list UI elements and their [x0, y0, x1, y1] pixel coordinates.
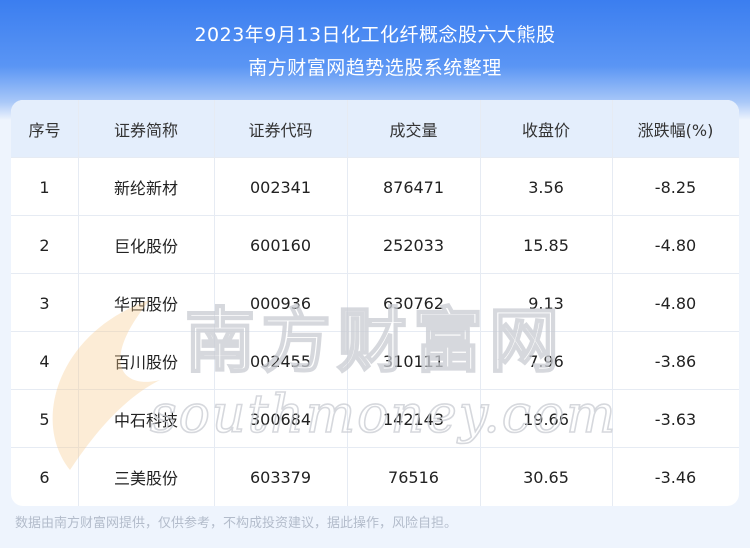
column-divider [480, 100, 481, 506]
cell-name: 新纶新材 [113, 179, 178, 198]
column-divider [612, 100, 613, 506]
cell-index: 2 [39, 235, 50, 255]
column-divider [347, 100, 348, 506]
cell-name: 三美股份 [113, 469, 178, 488]
page-title: 2023年9月13日化工化纤概念股六大熊股 [194, 24, 556, 46]
cell-index: 6 [39, 467, 50, 487]
cell-volume: 310111 [382, 351, 445, 371]
cell-close: 9.13 [528, 293, 564, 313]
cell-name: 华西股份 [113, 295, 178, 314]
cell-code: 600160 [249, 235, 312, 255]
col-header-code: 证券代码 [248, 120, 313, 140]
cell-code: 000936 [249, 293, 312, 313]
cell-close: 7.96 [528, 351, 564, 371]
cell-index: 1 [39, 177, 50, 197]
cell-volume: 252033 [382, 235, 445, 255]
table-header: 序号 证券简称 证券代码 成交量 收盘价 涨跌幅(%) [11, 100, 739, 157]
cell-code: 300684 [249, 409, 312, 429]
cell-name: 百川股份 [113, 353, 178, 372]
cell-name: 中石科技 [113, 411, 178, 430]
col-header-index: 序号 [28, 120, 61, 140]
cell-code: 002341 [249, 177, 312, 197]
col-header-change: 涨跌幅(%) [637, 120, 714, 140]
cell-name: 巨化股份 [113, 237, 178, 256]
cell-change: -4.80 [654, 293, 697, 313]
table-row: 1 新纶新材 002341 876471 3.56 -8.25 [11, 157, 739, 216]
cell-change: -8.25 [654, 177, 697, 197]
table-row: 4 百川股份 002455 310111 7.96 -3.86 [11, 331, 739, 390]
cell-change: -4.80 [654, 235, 697, 255]
table-row: 5 中石科技 300684 142143 19.66 -3.63 [11, 389, 739, 448]
cell-volume: 142143 [382, 409, 445, 429]
page-subtitle: 南方财富网趋势选股系统整理 [248, 57, 502, 79]
table-row: 2 巨化股份 600160 252033 15.85 -4.80 [11, 215, 739, 274]
cell-change: -3.86 [654, 351, 697, 371]
col-header-name: 证券简称 [113, 120, 178, 140]
cell-change: -3.46 [654, 467, 697, 487]
cell-close: 19.66 [523, 409, 569, 429]
cell-index: 5 [39, 409, 50, 429]
stock-table: 序号 证券简称 证券代码 成交量 收盘价 涨跌幅(%) 1 新纶新材 00234… [11, 100, 739, 506]
cell-index: 4 [39, 351, 50, 371]
cell-change: -3.63 [654, 409, 697, 429]
cell-close: 3.56 [528, 177, 564, 197]
table-row: 3 华西股份 000936 630762 9.13 -4.80 [11, 273, 739, 332]
col-header-close: 收盘价 [521, 120, 570, 140]
table-row: 6 三美股份 603379 76516 30.65 -3.46 [11, 447, 739, 506]
column-divider [78, 100, 79, 506]
cell-volume: 876471 [382, 177, 445, 197]
cell-volume: 76516 [388, 467, 439, 487]
column-divider [214, 100, 215, 506]
cell-code: 002455 [249, 351, 312, 371]
col-header-volume: 成交量 [389, 120, 438, 140]
cell-volume: 630762 [382, 293, 445, 313]
cell-close: 15.85 [523, 235, 569, 255]
cell-close: 30.65 [523, 467, 569, 487]
disclaimer-text: 数据由南方财富网提供，仅供参考，不构成投资建议，据此操作，风险自担。 [15, 516, 458, 531]
cell-index: 3 [39, 293, 50, 313]
cell-code: 603379 [249, 467, 312, 487]
